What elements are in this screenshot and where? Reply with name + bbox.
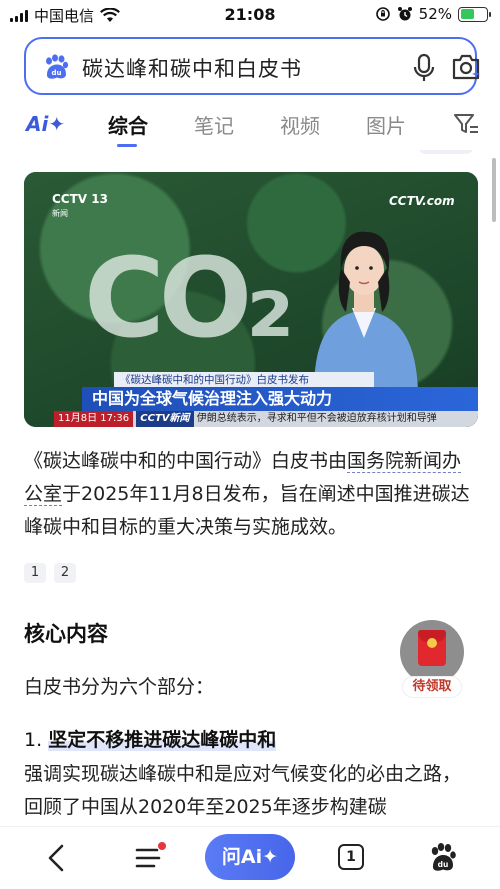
section-heading-core: 核心内容 (24, 622, 108, 646)
scrollbar[interactable] (492, 158, 496, 222)
status-right: 52% (375, 5, 491, 23)
news-ticker: 11月8日 17:36 CCTV新闻 伊朗总统表示，寻求和平但不会被迫放弃核计划… (54, 411, 478, 427)
tab-all[interactable]: 综合 (108, 110, 148, 139)
caption-main: 中国为全球气候治理注入强大动力 (82, 387, 478, 411)
filter-icon[interactable] (452, 112, 480, 136)
active-tab-indicator (117, 144, 137, 147)
tab-ai[interactable]: Ai✦ (26, 112, 65, 136)
search-tabs: Ai✦ 综合 笔记 视频 图片 (0, 104, 500, 148)
rotation-lock-icon (375, 7, 390, 21)
battery-fill (460, 9, 474, 19)
results-content: CCTV 13 新闻 CCTV.com CO₂ 《碳达峰碳中和的中国行动》白皮书… (0, 150, 500, 826)
news-video-thumbnail[interactable]: CCTV 13 新闻 CCTV.com CO₂ 《碳达峰碳中和的中国行动》白皮书… (24, 172, 478, 427)
camera-search-icon[interactable] (450, 52, 482, 82)
alarm-icon (397, 7, 412, 21)
ticker-logo: CCTV新闻 (136, 411, 194, 427)
co2-graphic: CO₂ (84, 234, 294, 362)
caption-top: 《碳达峰碳中和的中国行动》白皮书发布 (114, 372, 374, 388)
baidu-paw-icon[interactable]: du (42, 53, 70, 81)
list-item-title: 1. 坚定不移推进碳达峰碳中和 (24, 729, 277, 751)
ticker-date: 11月8日 17:36 (54, 411, 134, 427)
search-box[interactable]: du 碳达峰和碳中和白皮书 (24, 37, 480, 95)
red-packet-label: 待领取 (402, 676, 462, 698)
status-bar: 中国电信 21:08 52% (0, 0, 500, 30)
reference-chip-1[interactable]: 1 (24, 563, 46, 583)
collapsed-card-edge (418, 150, 474, 154)
baidu-home-icon[interactable]: du (428, 841, 458, 873)
ask-ai-button[interactable]: 问Ai✦ (205, 834, 295, 880)
battery-percent: 52% (418, 5, 452, 23)
ticker-text: 伊朗总统表示，寻求和平但不会被迫放弃核计划和导弹 (196, 413, 437, 424)
red-packet-widget[interactable]: 待领取 (398, 620, 466, 698)
list-item-description: 强调实现碳达峰碳中和是应对气候变化的必由之路，回顾了中国从2020年至2025年… (24, 763, 462, 818)
tab-images[interactable]: 图片 (366, 110, 406, 139)
tab-videos[interactable]: 视频 (280, 110, 320, 139)
search-query[interactable]: 碳达峰和碳中和白皮书 (82, 53, 302, 83)
tab-notes[interactable]: 笔记 (194, 110, 234, 139)
microphone-icon[interactable] (410, 53, 438, 83)
section-intro: 白皮书分为六个部分： (24, 676, 215, 698)
news-lower-third: 《碳达峰碳中和的中国行动》白皮书发布 中国为全球气候治理注入强大动力 11月8日… (54, 372, 478, 427)
cctv13-logo: CCTV 13 新闻 (52, 192, 108, 218)
menu-icon[interactable] (134, 841, 168, 873)
svg-text:du: du (438, 860, 449, 869)
ai-summary-paragraph: 《碳达峰碳中和的中国行动》白皮书由国务院新闻办公室于2025年11月8日发布，旨… (24, 450, 470, 538)
reference-chip-2[interactable]: 2 (54, 563, 76, 583)
bottom-navigation: 问Ai✦ 1 du (0, 826, 500, 889)
tab-count-button[interactable]: 1 (338, 844, 364, 870)
reference-chips: 1 2 (24, 563, 76, 583)
news-anchor-figure (314, 231, 418, 392)
red-envelope-icon (418, 630, 446, 666)
battery-icon (458, 6, 491, 22)
svg-text:du: du (52, 69, 62, 77)
back-icon[interactable] (44, 843, 70, 873)
